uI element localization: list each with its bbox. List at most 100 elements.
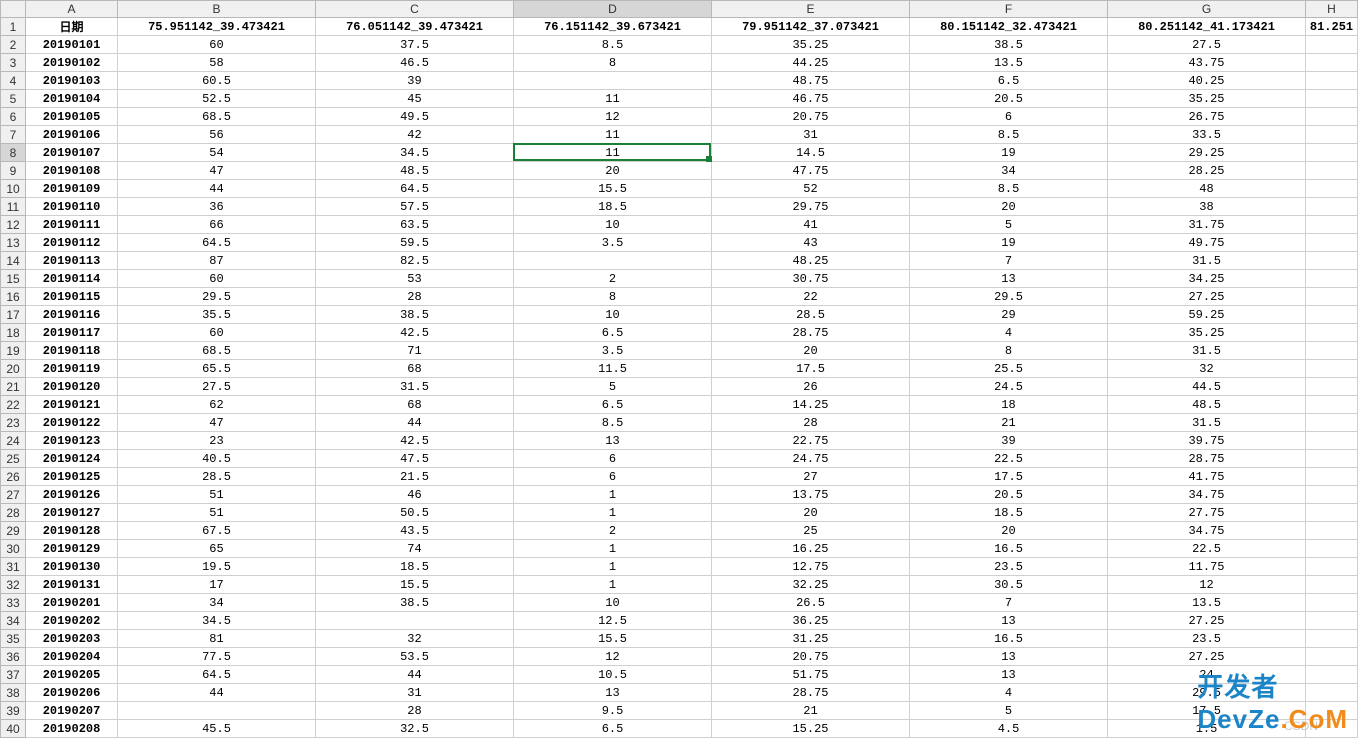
row-header-4[interactable]: 4 (0, 72, 26, 90)
cell-F19[interactable]: 8 (910, 342, 1108, 360)
cell-B32[interactable]: 17 (118, 576, 316, 594)
cell-A38[interactable]: 20190206 (26, 684, 118, 702)
cell-B28[interactable]: 51 (118, 504, 316, 522)
cell-E30[interactable]: 16.25 (712, 540, 910, 558)
cell-C36[interactable]: 53.5 (316, 648, 514, 666)
cell-E8[interactable]: 14.5 (712, 144, 910, 162)
cell-A19[interactable]: 20190118 (26, 342, 118, 360)
cell-E25[interactable]: 24.75 (712, 450, 910, 468)
cell-G19[interactable]: 31.5 (1108, 342, 1306, 360)
cell-C6[interactable]: 49.5 (316, 108, 514, 126)
cell-B27[interactable]: 51 (118, 486, 316, 504)
cell-H38[interactable] (1306, 684, 1358, 702)
row-header-23[interactable]: 23 (0, 414, 26, 432)
cell-C22[interactable]: 68 (316, 396, 514, 414)
cell-A31[interactable]: 20190130 (26, 558, 118, 576)
cell-F35[interactable]: 16.5 (910, 630, 1108, 648)
row-header-9[interactable]: 9 (0, 162, 26, 180)
cell-F28[interactable]: 18.5 (910, 504, 1108, 522)
cell-B7[interactable]: 56 (118, 126, 316, 144)
row-header-20[interactable]: 20 (0, 360, 26, 378)
cell-C13[interactable]: 59.5 (316, 234, 514, 252)
cell-C15[interactable]: 53 (316, 270, 514, 288)
cell-F15[interactable]: 13 (910, 270, 1108, 288)
row-header-32[interactable]: 32 (0, 576, 26, 594)
cell-C23[interactable]: 44 (316, 414, 514, 432)
row-header-27[interactable]: 27 (0, 486, 26, 504)
cell-D12[interactable]: 10 (514, 216, 712, 234)
cell-C8[interactable]: 34.5 (316, 144, 514, 162)
cell-B29[interactable]: 67.5 (118, 522, 316, 540)
cell-A1[interactable]: 日期 (26, 18, 118, 36)
cell-F29[interactable]: 20 (910, 522, 1108, 540)
cell-F8[interactable]: 19 (910, 144, 1108, 162)
cell-A8[interactable]: 20190107 (26, 144, 118, 162)
cell-A18[interactable]: 20190117 (26, 324, 118, 342)
cell-E39[interactable]: 21 (712, 702, 910, 720)
cell-G25[interactable]: 28.75 (1108, 450, 1306, 468)
cell-G15[interactable]: 34.25 (1108, 270, 1306, 288)
cell-G32[interactable]: 12 (1108, 576, 1306, 594)
cell-B11[interactable]: 36 (118, 198, 316, 216)
cell-C33[interactable]: 38.5 (316, 594, 514, 612)
cell-H26[interactable] (1306, 468, 1358, 486)
cell-B14[interactable]: 87 (118, 252, 316, 270)
cell-B6[interactable]: 68.5 (118, 108, 316, 126)
cell-G34[interactable]: 27.25 (1108, 612, 1306, 630)
row-header-36[interactable]: 36 (0, 648, 26, 666)
row-header-16[interactable]: 16 (0, 288, 26, 306)
cell-H3[interactable] (1306, 54, 1358, 72)
cell-G27[interactable]: 34.75 (1108, 486, 1306, 504)
row-header-28[interactable]: 28 (0, 504, 26, 522)
cell-F31[interactable]: 23.5 (910, 558, 1108, 576)
cell-B1[interactable]: 75.951142_39.473421 (118, 18, 316, 36)
cell-B8[interactable]: 54 (118, 144, 316, 162)
row-header-6[interactable]: 6 (0, 108, 26, 126)
cell-A20[interactable]: 20190119 (26, 360, 118, 378)
row-header-39[interactable]: 39 (0, 702, 26, 720)
cell-F30[interactable]: 16.5 (910, 540, 1108, 558)
cell-D5[interactable]: 11 (514, 90, 712, 108)
row-header-34[interactable]: 34 (0, 612, 26, 630)
cell-H1[interactable]: 81.251 (1306, 18, 1358, 36)
row-header-13[interactable]: 13 (0, 234, 26, 252)
cell-D27[interactable]: 1 (514, 486, 712, 504)
cell-F6[interactable]: 6 (910, 108, 1108, 126)
cell-A3[interactable]: 20190102 (26, 54, 118, 72)
row-header-5[interactable]: 5 (0, 90, 26, 108)
cell-D26[interactable]: 6 (514, 468, 712, 486)
cell-A36[interactable]: 20190204 (26, 648, 118, 666)
cell-H16[interactable] (1306, 288, 1358, 306)
cell-D25[interactable]: 6 (514, 450, 712, 468)
cell-C34[interactable] (316, 612, 514, 630)
row-header-38[interactable]: 38 (0, 684, 26, 702)
cell-F13[interactable]: 19 (910, 234, 1108, 252)
cell-A37[interactable]: 20190205 (26, 666, 118, 684)
cell-A34[interactable]: 20190202 (26, 612, 118, 630)
cell-A5[interactable]: 20190104 (26, 90, 118, 108)
cell-B40[interactable]: 45.5 (118, 720, 316, 738)
cell-C40[interactable]: 32.5 (316, 720, 514, 738)
cell-B2[interactable]: 60 (118, 36, 316, 54)
cell-G7[interactable]: 33.5 (1108, 126, 1306, 144)
cell-D8[interactable]: 11 (514, 144, 712, 162)
cell-G31[interactable]: 11.75 (1108, 558, 1306, 576)
row-header-31[interactable]: 31 (0, 558, 26, 576)
cell-D33[interactable]: 10 (514, 594, 712, 612)
cell-D34[interactable]: 12.5 (514, 612, 712, 630)
cell-C27[interactable]: 46 (316, 486, 514, 504)
cell-A17[interactable]: 20190116 (26, 306, 118, 324)
cell-E4[interactable]: 48.75 (712, 72, 910, 90)
cell-B39[interactable] (118, 702, 316, 720)
cell-E19[interactable]: 20 (712, 342, 910, 360)
cell-C7[interactable]: 42 (316, 126, 514, 144)
col-header-H[interactable]: H (1306, 0, 1358, 18)
cell-G37[interactable]: 24 (1108, 666, 1306, 684)
cell-F9[interactable]: 34 (910, 162, 1108, 180)
cell-H39[interactable] (1306, 702, 1358, 720)
cell-B4[interactable]: 60.5 (118, 72, 316, 90)
cell-B38[interactable]: 44 (118, 684, 316, 702)
cell-G18[interactable]: 35.25 (1108, 324, 1306, 342)
cell-E23[interactable]: 28 (712, 414, 910, 432)
cell-F17[interactable]: 29 (910, 306, 1108, 324)
